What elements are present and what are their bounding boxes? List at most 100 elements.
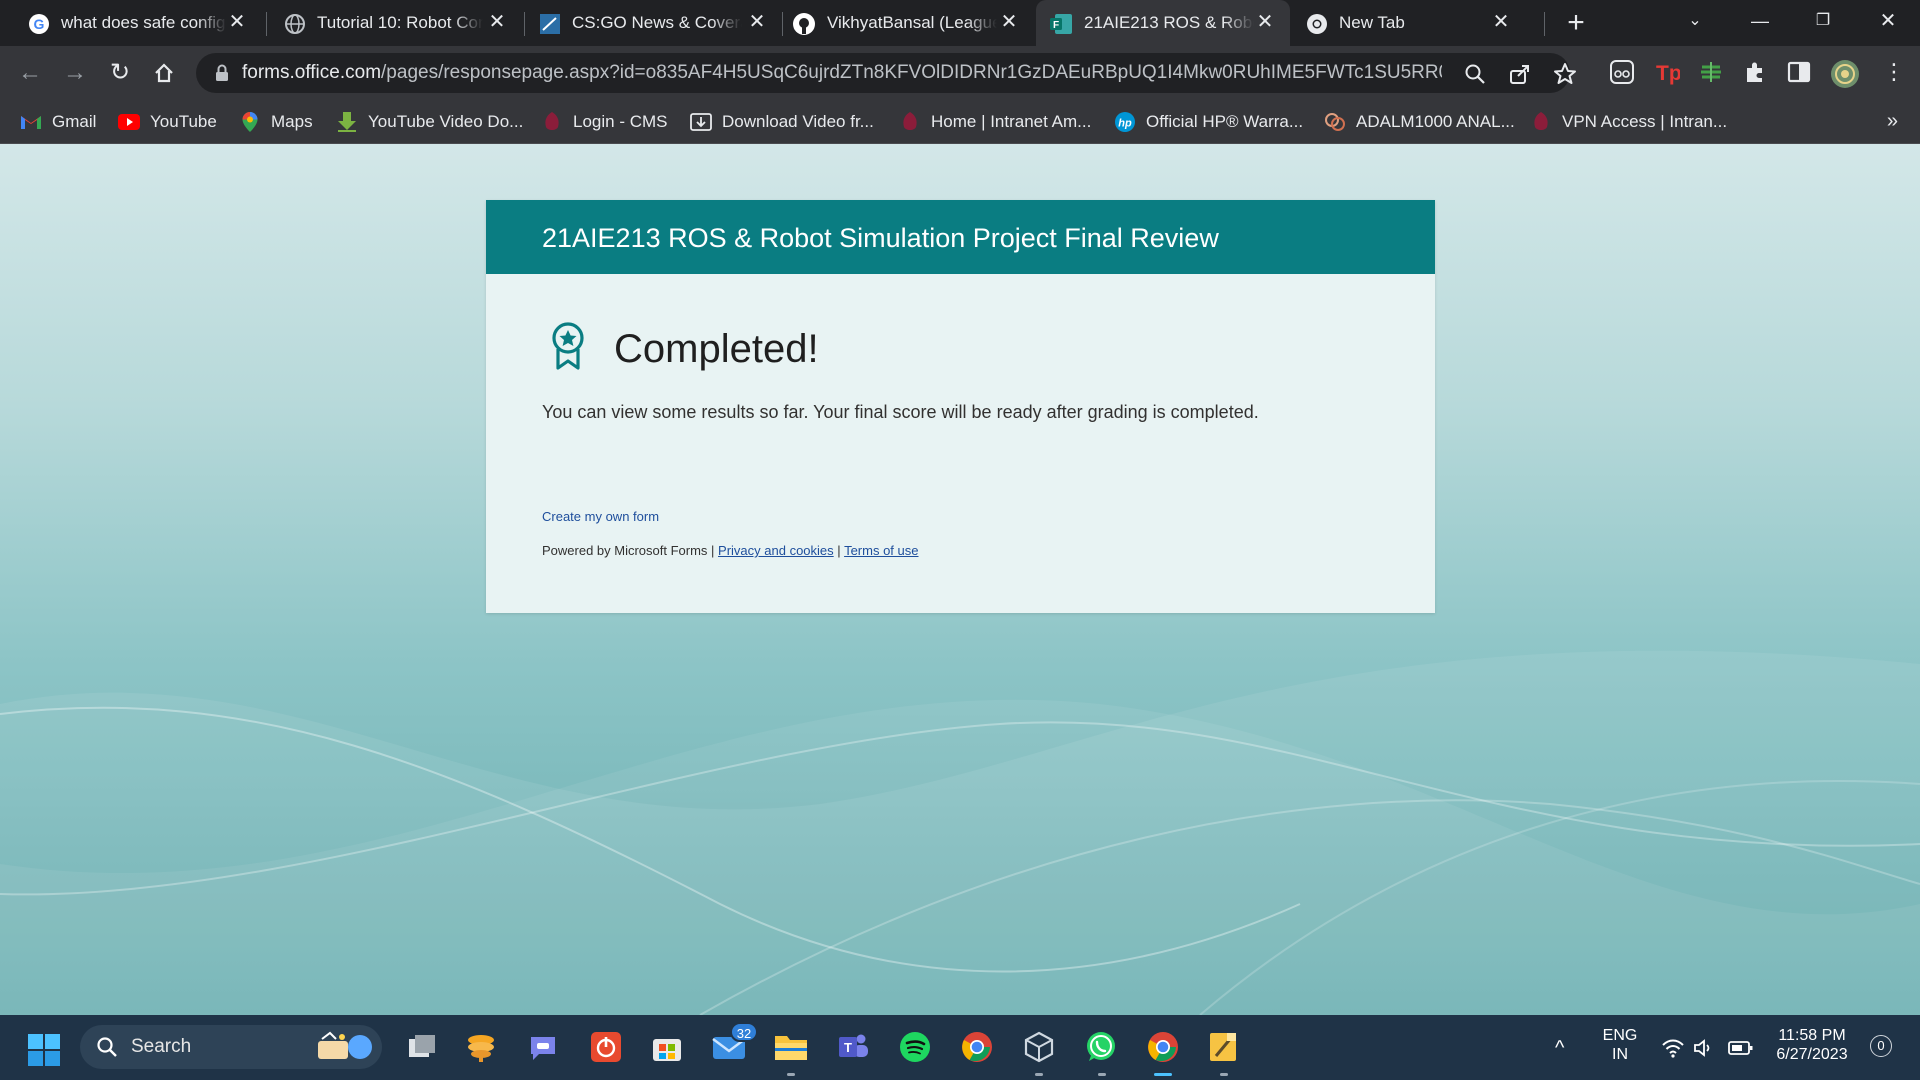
svg-text:G: G — [34, 16, 45, 32]
windows-start-icon[interactable] — [27, 1033, 61, 1067]
tab-search[interactable]: G what does safe configu ✕ — [0, 0, 262, 46]
clock[interactable]: 11:58 PM 6/27/2023 — [1770, 1026, 1854, 1064]
ghostery-extension-icon[interactable] — [1609, 59, 1637, 87]
bookmark-star-icon[interactable] — [1553, 62, 1577, 86]
privacy-and-cookies-link[interactable]: Privacy and cookies — [718, 543, 834, 558]
task-view-icon[interactable] — [403, 1028, 441, 1066]
restore-icon[interactable]: ❐ — [1803, 6, 1843, 36]
tab-separator — [266, 12, 267, 36]
tab-csgo-news[interactable]: CS:GO News & Covera ✕ — [526, 0, 782, 46]
results-message: You can view some results so far. Your f… — [542, 402, 1259, 422]
close-tab-icon[interactable]: ✕ — [1254, 11, 1276, 33]
bookmark-youtube[interactable]: YouTube — [118, 109, 217, 135]
bookmark-maps[interactable]: Maps — [239, 109, 313, 135]
chrome-menu-kebab-icon[interactable]: ⋮ — [1880, 59, 1908, 87]
bookmark-label: Maps — [271, 112, 313, 131]
lock-icon[interactable] — [214, 64, 232, 82]
bookmark-youtube-video-downloader[interactable]: YouTube Video Do... — [336, 109, 523, 135]
browser-toolbar: ← → ↻ forms.office.com/pages/responsepag… — [0, 46, 1920, 100]
bookmark-label: ADALM1000 ANAL... — [1356, 112, 1515, 131]
running-indicator — [1220, 1073, 1228, 1076]
bookmark-label: Download Video fr... — [722, 112, 874, 131]
create-my-own-form-link[interactable]: Create my own form — [542, 508, 659, 526]
extensions-puzzle-icon[interactable] — [1742, 59, 1770, 87]
hp-icon: hp — [1114, 111, 1136, 133]
tab-search-chevron-icon[interactable]: ⌄ — [1675, 6, 1715, 36]
chrome-browser-active-icon[interactable] — [1144, 1028, 1182, 1066]
bookmark-hp-warranty[interactable]: hp Official HP® Warra... — [1114, 109, 1303, 135]
tab-new-tab[interactable]: New Tab ✕ — [1292, 0, 1524, 46]
completed-heading: Completed! — [614, 327, 819, 371]
svg-text:T: T — [844, 1040, 852, 1055]
url-text: forms.office.com/pages/responsepage.aspx… — [242, 62, 1442, 84]
taskbar-search-box[interactable]: Search — [80, 1025, 382, 1069]
tab-tutorial[interactable]: Tutorial 10: Robot Con ✕ — [268, 0, 522, 46]
university-logo-icon — [541, 111, 563, 133]
bookmark-gmail[interactable]: Gmail — [20, 109, 96, 135]
close-tab-icon[interactable]: ✕ — [226, 11, 248, 33]
close-window-icon[interactable]: ✕ — [1868, 6, 1908, 36]
search-highlight-illustration-icon — [312, 1029, 376, 1065]
new-tab-plus-icon[interactable]: + — [1560, 8, 1592, 40]
bookmark-label: Login - CMS — [573, 112, 668, 131]
tab-strip: G what does safe configu ✕ Tutorial 10: … — [0, 0, 1920, 46]
minimize-icon[interactable]: — — [1740, 6, 1780, 36]
bookmark-login-cms[interactable]: Login - CMS — [541, 109, 667, 135]
virtualbox-icon[interactable] — [1020, 1028, 1058, 1066]
share-icon[interactable] — [1508, 62, 1532, 86]
adalm-icon — [1324, 111, 1346, 133]
bookmark-adalm1000[interactable]: ADALM1000 ANAL... — [1324, 109, 1515, 135]
address-bar[interactable]: forms.office.com/pages/responsepage.aspx… — [196, 53, 1576, 93]
award-ribbon-icon — [549, 321, 587, 371]
green-extension-icon[interactable] — [1698, 59, 1726, 87]
sticky-notes-app-icon[interactable] — [1205, 1028, 1243, 1066]
close-tab-icon[interactable]: ✕ — [998, 11, 1020, 33]
tp-extension-icon[interactable]: Tp — [1654, 59, 1682, 87]
bookmark-label: Home | Intranet Am... — [931, 112, 1092, 131]
tab-github[interactable]: VikhyatBansal (League ✕ — [784, 0, 1034, 46]
side-panel-icon[interactable] — [1786, 59, 1814, 87]
close-tab-icon[interactable]: ✕ — [746, 11, 768, 33]
notification-count-badge[interactable]: 0 — [1870, 1035, 1892, 1057]
svg-text:F: F — [1053, 20, 1059, 31]
volume-icon[interactable] — [1692, 1037, 1716, 1059]
form-header: 21AIE213 ROS & Robot Simulation Project … — [486, 200, 1435, 274]
profile-avatar[interactable] — [1830, 59, 1859, 88]
tab-forms-active[interactable]: F 21AIE213 ROS & Robo ✕ — [1036, 0, 1290, 46]
tab-title: VikhyatBansal (League — [827, 13, 997, 32]
reload-icon[interactable]: ↻ — [106, 59, 134, 87]
tab-title: what does safe configu — [61, 13, 227, 32]
back-arrow-icon[interactable]: ← — [16, 59, 44, 87]
close-tab-icon[interactable]: ✕ — [486, 11, 508, 33]
svg-text:hp: hp — [1118, 118, 1132, 130]
microsoft-teams-icon[interactable]: T — [834, 1028, 872, 1066]
app-stack-icon[interactable] — [462, 1028, 500, 1066]
chrome-browser-icon[interactable] — [958, 1028, 996, 1066]
battery-icon[interactable] — [1728, 1037, 1753, 1059]
language-indicator[interactable]: ENG IN — [1598, 1026, 1642, 1064]
university-logo-icon — [899, 111, 921, 133]
close-tab-icon[interactable]: ✕ — [1490, 11, 1512, 33]
forward-arrow-icon[interactable]: → — [61, 59, 89, 87]
teams-chat-icon[interactable] — [524, 1028, 562, 1066]
terms-of-use-link[interactable]: Terms of use — [844, 543, 918, 558]
home-icon[interactable] — [150, 59, 178, 87]
microsoft-store-icon[interactable] — [648, 1028, 686, 1066]
power-app-icon[interactable] — [587, 1028, 625, 1066]
bookmark-vpn-access[interactable]: VPN Access | Intran... — [1530, 109, 1727, 135]
zoom-search-icon[interactable] — [1463, 62, 1487, 86]
show-hidden-icons-chevron-icon[interactable]: ^ — [1555, 1037, 1579, 1059]
download-arrow-icon — [336, 111, 358, 133]
spotify-icon[interactable] — [896, 1028, 934, 1066]
video-download-icon — [690, 111, 712, 133]
bookmark-home-intranet[interactable]: Home | Intranet Am... — [899, 109, 1091, 135]
whatsapp-icon[interactable] — [1082, 1028, 1120, 1066]
wifi-icon[interactable] — [1661, 1037, 1685, 1059]
more-bookmarks-chevron-icon[interactable]: » — [1887, 110, 1898, 133]
gmail-icon — [20, 111, 42, 133]
search-icon — [96, 1036, 118, 1058]
bookmark-download-video[interactable]: Download Video fr... — [690, 109, 874, 135]
file-explorer-icon[interactable] — [772, 1028, 810, 1066]
clock-date: 6/27/2023 — [1776, 1046, 1848, 1063]
tab-title: CS:GO News & Covera — [572, 13, 742, 32]
